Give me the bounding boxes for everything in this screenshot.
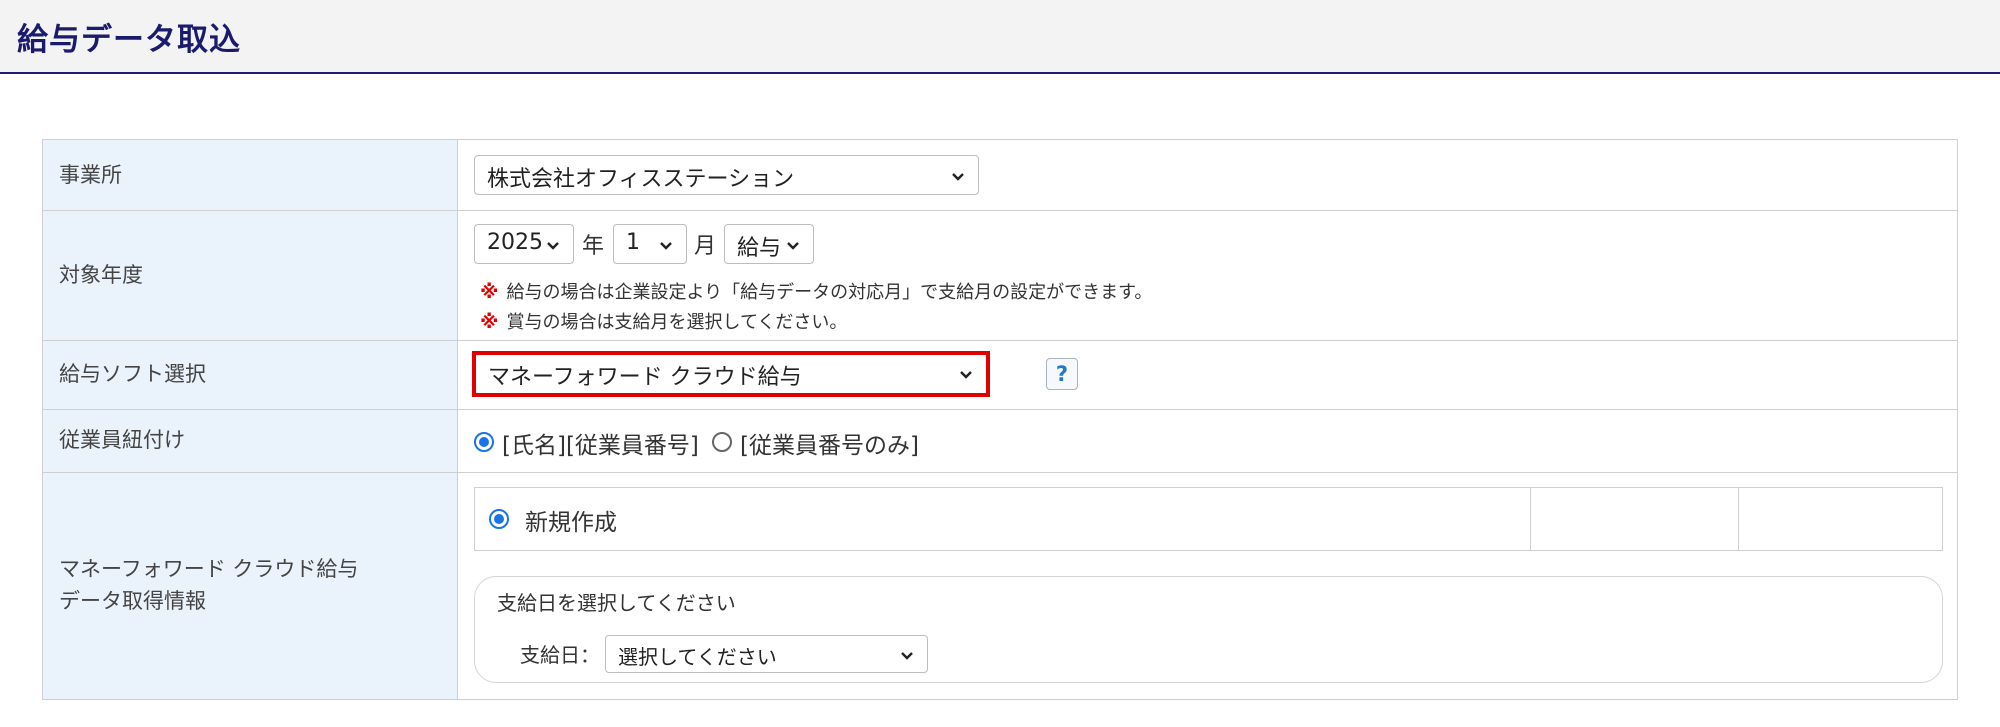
chevron-down-icon: [960, 371, 972, 379]
radio-label-number-only[interactable]: [従業員番号のみ]: [740, 426, 919, 460]
table-divider: [1530, 488, 1531, 550]
chevron-down-icon: [952, 173, 964, 181]
payday-select[interactable]: 選択してください: [605, 635, 928, 673]
note-text-1: 給与の場合は企業設定より「給与データの対応月」で支給月の設定ができます。: [506, 282, 1153, 303]
office-select-value: 株式会社オフィスステーション: [487, 167, 795, 192]
settings-form-table: 事業所 株式会社オフィスステーション 対象年度 2025 年 1 月 給与 ※ …: [42, 139, 1958, 700]
label-data-info-line1: マネーフォワード クラウド給与: [59, 557, 359, 581]
payday-heading: 支給日を選択してください: [497, 591, 736, 615]
pay-type-select[interactable]: 給与: [724, 224, 814, 264]
note-text-2: 賞与の場合は支給月を選択してください。: [506, 312, 848, 333]
year-select-value: 2025: [487, 230, 543, 255]
label-software: 給与ソフト選択: [59, 362, 206, 386]
year-select[interactable]: 2025: [474, 224, 574, 264]
payday-box: 支給日を選択してください 支給日： 選択してください: [474, 576, 1943, 683]
row-payroll-software: 給与ソフト選択 マネーフォワード クラウド給与 ?: [43, 341, 1957, 410]
value-cell-software: マネーフォワード クラウド給与 ?: [458, 341, 1957, 409]
label-cell-data-info: マネーフォワード クラウド給与 データ取得情報: [43, 473, 458, 699]
help-question-button[interactable]: ?: [1046, 358, 1078, 390]
page-title: 給与データ取込: [17, 22, 241, 58]
pay-type-select-value: 給与: [737, 236, 782, 261]
radio-name-and-number[interactable]: [474, 432, 494, 452]
label-employee-link: 従業員紐付け: [59, 428, 185, 452]
label-cell-target-period: 対象年度: [43, 211, 458, 340]
office-select[interactable]: 株式会社オフィスステーション: [474, 155, 979, 195]
label-cell-office: 事業所: [43, 140, 458, 210]
label-target-period: 対象年度: [59, 263, 143, 287]
label-data-info-line2: データ取得情報: [59, 589, 206, 613]
year-unit-label: 年: [582, 234, 605, 259]
chevron-down-icon: [787, 242, 799, 250]
chevron-down-icon: [547, 242, 559, 250]
label-cell-employee-link: 従業員紐付け: [43, 410, 458, 472]
row-employee-link: 従業員紐付け [氏名][従業員番号] [従業員番号のみ]: [43, 410, 1957, 473]
radio-label-name-and-number[interactable]: [氏名][従業員番号]: [502, 426, 699, 460]
month-unit-label: 月: [694, 234, 717, 259]
row-target-period: 対象年度 2025 年 1 月 給与 ※ 給与の場合は企業設定より「給与データの対…: [43, 211, 1957, 341]
month-select[interactable]: 1: [613, 224, 687, 264]
payroll-software-select-value: マネーフォワード クラウド給与: [488, 365, 802, 390]
data-source-table: 新規作成: [474, 487, 1943, 551]
payday-select-value: 選択してください: [618, 645, 777, 669]
value-cell-target-period: 2025 年 1 月 給与 ※ 給与の場合は企業設定より「給与データの対応月」で支…: [458, 211, 1957, 340]
note-mark: ※: [480, 311, 499, 333]
row-data-info: マネーフォワード クラウド給与 データ取得情報 新規作成 支給日を選択してくださ…: [43, 473, 1957, 699]
label-office: 事業所: [59, 163, 122, 187]
note-salary-month: ※ 給与の場合は企業設定より「給与データの対応月」で支給月の設定ができます。: [480, 278, 1152, 304]
row-office: 事業所 株式会社オフィスステーション: [43, 140, 1957, 211]
question-icon: ?: [1055, 362, 1069, 386]
chevron-down-icon: [901, 652, 913, 660]
value-cell-data-info: 新規作成 支給日を選択してください 支給日： 選択してください: [458, 473, 1957, 699]
note-mark: ※: [480, 281, 499, 303]
table-divider: [1738, 488, 1739, 550]
radio-number-only[interactable]: [712, 432, 732, 452]
label-cell-software: 給与ソフト選択: [43, 341, 458, 409]
radio-new-create[interactable]: [489, 509, 509, 529]
value-cell-employee-link: [氏名][従業員番号] [従業員番号のみ]: [458, 410, 1957, 472]
month-select-value: 1: [626, 230, 640, 255]
payroll-software-select[interactable]: マネーフォワード クラウド給与: [472, 351, 990, 397]
new-create-label[interactable]: 新規作成: [525, 503, 617, 537]
payday-label: 支給日：: [520, 643, 600, 667]
chevron-down-icon: [660, 242, 672, 250]
value-cell-office: 株式会社オフィスステーション: [458, 140, 1957, 210]
note-bonus-month: ※ 賞与の場合は支給月を選択してください。: [480, 308, 847, 334]
page-header: 給与データ取込: [0, 0, 2000, 74]
